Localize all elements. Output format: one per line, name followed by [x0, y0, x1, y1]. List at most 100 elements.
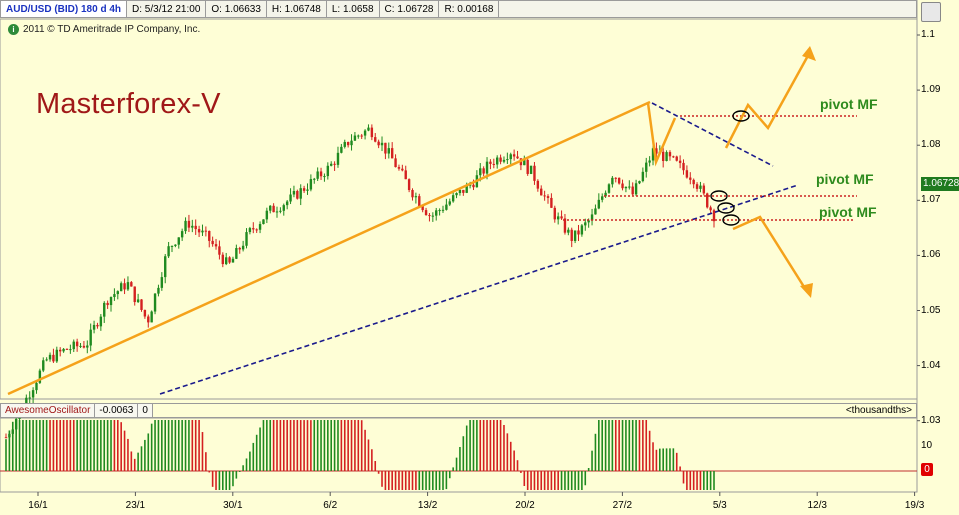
candle-body	[119, 283, 123, 292]
y-tick-label: 1.03	[921, 414, 941, 426]
candle-body	[641, 171, 645, 182]
candle-body	[99, 316, 103, 327]
candle-body	[255, 229, 258, 231]
candle-body	[82, 345, 86, 348]
candle-body	[458, 189, 462, 194]
candle-body	[370, 127, 374, 138]
candle-body	[31, 390, 35, 398]
candle-body	[319, 171, 323, 177]
candle-body	[614, 177, 617, 179]
candle-body	[699, 185, 702, 189]
candle-body	[153, 293, 157, 312]
candle-body	[377, 141, 380, 146]
candle-body	[472, 184, 475, 188]
candle-body	[228, 257, 231, 263]
x-tick-label: 12/3	[807, 500, 827, 511]
candle-body	[184, 220, 187, 232]
candle-body	[35, 382, 38, 391]
candle-body	[208, 230, 211, 241]
price-chart[interactable]	[0, 0, 959, 515]
candle-body	[621, 183, 624, 189]
candle-body	[678, 160, 682, 163]
candle-body	[164, 256, 167, 278]
ao-tick-10: 10	[921, 440, 933, 451]
candle-body	[346, 141, 350, 146]
candle-body	[712, 210, 716, 222]
candle-body	[560, 216, 563, 219]
candle-body	[495, 157, 499, 165]
candle-body	[279, 210, 282, 212]
candle-body	[299, 188, 302, 199]
candle-body	[512, 154, 516, 157]
chart-window: AUD/USD (BID) 180 d 4h D: 5/3/12 21:00 O…	[0, 0, 959, 515]
y-tick-label: 1.07	[921, 194, 941, 206]
candle-body	[631, 186, 634, 195]
candle-body	[248, 228, 252, 233]
candle-body	[252, 228, 255, 230]
bull-arrowhead	[802, 46, 816, 61]
candle-body	[692, 179, 695, 185]
y-tick-label: 1.06	[921, 249, 941, 261]
candle-body	[130, 282, 133, 287]
candle-body	[462, 189, 465, 193]
candle-body	[702, 185, 706, 194]
pivot-label-middle: pivot MF	[816, 171, 874, 187]
candle-body	[340, 146, 343, 153]
candle-body	[326, 165, 330, 177]
candle-body	[336, 152, 340, 165]
candle-body	[357, 135, 360, 137]
candle-body	[150, 311, 153, 323]
candle-body	[634, 183, 638, 195]
bull-scenario-arrow	[724, 51, 812, 149]
candle-body	[191, 225, 194, 228]
candle-body	[292, 191, 296, 195]
candle-body	[689, 177, 692, 180]
candle-body	[231, 258, 235, 263]
candle-body	[540, 188, 543, 196]
candle-body	[533, 165, 536, 181]
candle-body	[394, 158, 397, 168]
candle-body	[607, 184, 611, 193]
candle-body	[272, 205, 275, 213]
candle-body	[556, 216, 560, 220]
candle-body	[289, 194, 292, 202]
indicator-name[interactable]: AwesomeOscillator	[0, 403, 96, 418]
candle-body	[509, 154, 512, 160]
candle-body	[665, 152, 668, 161]
candle-body	[418, 196, 421, 207]
candle-body	[245, 232, 248, 246]
candle-body	[62, 348, 65, 352]
pivot-label-top: pivot MF	[820, 96, 878, 112]
candle-body	[390, 148, 394, 159]
candle-body	[638, 181, 641, 184]
candle-body	[668, 152, 672, 157]
candle-body	[275, 211, 279, 213]
candle-body	[113, 294, 116, 298]
channel-lower-line	[159, 184, 799, 395]
x-tick-label: 5/3	[712, 500, 727, 511]
y-tick-label: 1.08	[921, 139, 941, 151]
candle-body	[235, 248, 238, 259]
candle-body	[424, 210, 428, 216]
candle-body	[323, 176, 326, 178]
candle-body	[309, 179, 313, 190]
candle-body	[448, 201, 451, 205]
candle-body	[411, 189, 414, 198]
candle-body	[123, 283, 126, 290]
candle-body	[536, 180, 540, 189]
x-tick-label: 27/2	[612, 500, 633, 511]
x-tick-label: 19/3	[904, 500, 925, 511]
x-tick-label: 30/1	[223, 500, 243, 511]
candle-body	[52, 354, 55, 362]
candle-body	[218, 246, 221, 255]
candle-body	[675, 156, 678, 161]
candle-body	[485, 161, 489, 174]
indicator-header: AwesomeOscillator -0.0063 0 <thousandths…	[0, 403, 917, 418]
candle-body	[197, 229, 201, 233]
candle-body	[116, 291, 119, 295]
candle-body	[624, 186, 628, 189]
candle-body	[611, 177, 614, 185]
candle-body	[682, 162, 685, 171]
candle-body	[177, 237, 180, 245]
candle-body	[42, 360, 45, 371]
